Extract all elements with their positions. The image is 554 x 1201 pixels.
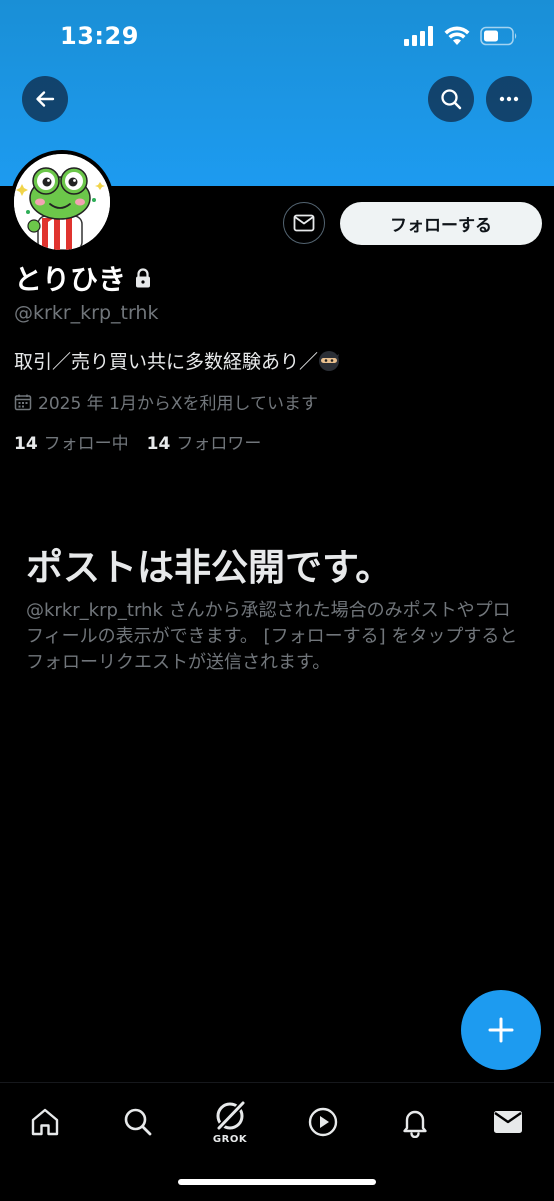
plus-icon: [488, 1017, 514, 1043]
compose-post-button[interactable]: [461, 990, 541, 1070]
home-icon: [31, 1108, 59, 1136]
tab-grok[interactable]: GROK: [205, 1097, 255, 1147]
display-name-text: とりひき: [14, 263, 127, 296]
profile-joined-date: 2025 年 1月からXを利用しています: [14, 389, 318, 414]
lock-icon: [136, 268, 151, 288]
play-circle-icon: [308, 1107, 338, 1137]
joined-text: 2025 年 1月からXを利用しています: [38, 394, 319, 414]
follow-button[interactable]: フォローする: [340, 202, 542, 245]
cellular-signal-icon: [404, 26, 433, 46]
tab-notifications[interactable]: [390, 1097, 440, 1147]
calendar-icon: [14, 394, 32, 410]
message-button[interactable]: [283, 202, 325, 244]
status-icons: [404, 26, 518, 46]
frog-avatar-illustration: [14, 154, 110, 250]
private-posts-title: ポストは非公開です。: [26, 546, 393, 589]
tab-messages[interactable]: [483, 1097, 533, 1147]
arrow-left-icon: [36, 91, 55, 107]
search-button[interactable]: [428, 76, 474, 122]
private-posts-description: @krkr_krp_trhk さんから承認された場合のみポストやプロフィールの表…: [26, 600, 518, 673]
profile-bio: 取引／売り買い共に多数経験あり／: [14, 347, 340, 374]
search-icon: [441, 89, 462, 110]
grok-icon: [215, 1099, 247, 1132]
tab-videos[interactable]: [298, 1097, 348, 1147]
home-indicator[interactable]: [178, 1179, 376, 1185]
bell-icon: [403, 1110, 427, 1138]
profile-avatar[interactable]: [10, 150, 114, 254]
following-count: 14: [14, 434, 38, 454]
more-button[interactable]: [486, 76, 532, 122]
mail-icon: [494, 1111, 522, 1133]
ninja-emoji-icon: [319, 350, 340, 371]
search-icon: [124, 1108, 152, 1136]
bio-text: 取引／売り買い共に多数経験あり／: [14, 351, 319, 373]
followers-label: フォロワー: [176, 434, 262, 454]
profile-handle: @krkr_krp_trhk: [14, 302, 159, 324]
tab-search[interactable]: [113, 1097, 163, 1147]
grok-label: GROK: [212, 1134, 248, 1145]
following-label: フォロー中: [43, 434, 129, 454]
battery-icon: [480, 26, 517, 46]
back-button[interactable]: [22, 76, 68, 122]
wifi-icon: [444, 26, 470, 45]
status-time: 13:29: [60, 22, 139, 50]
followers-count: 14: [146, 434, 171, 454]
profile-follow-counts: 14 フォロー中 14 フォロワー: [14, 429, 261, 454]
profile-display-name: とりひき: [14, 258, 152, 298]
followers-link[interactable]: 14 フォロワー: [147, 429, 262, 454]
avatar-image: [14, 154, 110, 250]
more-horizontal-icon: [499, 96, 519, 102]
mail-icon: [293, 214, 315, 232]
following-link[interactable]: 14 フォロー中: [14, 429, 129, 454]
tab-home[interactable]: [20, 1097, 70, 1147]
